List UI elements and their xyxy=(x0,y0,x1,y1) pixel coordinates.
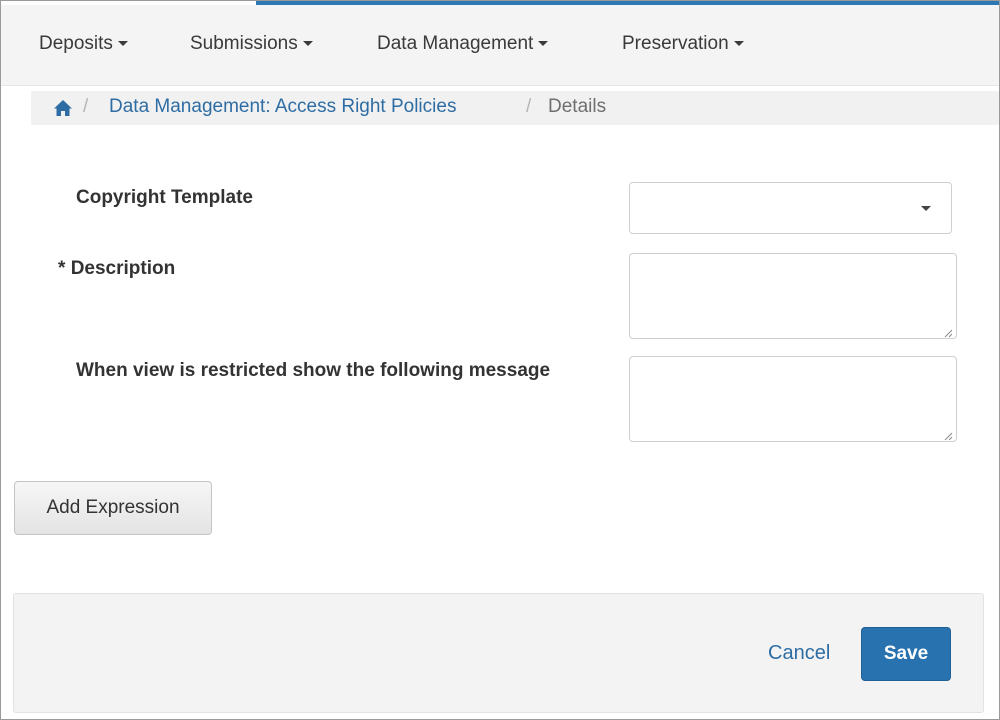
nav-preservation-label: Preservation xyxy=(622,33,729,54)
restricted-message-label: When view is restricted show the followi… xyxy=(76,360,551,381)
breadcrumb-separator: / xyxy=(526,96,532,117)
breadcrumb-current: Details xyxy=(548,96,607,117)
main-navbar: Deposits Submissions Data Management Pre… xyxy=(1,5,999,86)
breadcrumb-parent-link[interactable]: Data Management: Access Right Policies xyxy=(109,96,456,118)
save-button[interactable]: Save xyxy=(861,627,951,681)
chevron-down-icon xyxy=(302,41,313,46)
nav-submissions[interactable]: Submissions xyxy=(190,33,313,55)
page-frame: Deposits Submissions Data Management Pre… xyxy=(0,0,1000,720)
copyright-template-select[interactable] xyxy=(629,182,952,234)
nav-data-management-label: Data Management xyxy=(377,33,534,54)
cancel-button[interactable]: Cancel xyxy=(768,642,830,665)
description-label-text: Description xyxy=(70,258,176,279)
description-label: * Description xyxy=(58,258,175,280)
chevron-down-icon xyxy=(733,41,744,46)
copyright-template-label: Copyright Template xyxy=(76,187,253,208)
nav-submissions-label: Submissions xyxy=(190,33,298,54)
add-expression-button[interactable]: Add Expression xyxy=(14,481,212,535)
required-marker: * xyxy=(58,258,66,279)
nav-deposits-label: Deposits xyxy=(39,33,113,54)
description-field[interactable] xyxy=(629,253,957,339)
restricted-message-field[interactable] xyxy=(629,356,957,442)
breadcrumb-separator: / xyxy=(83,96,89,117)
home-icon[interactable] xyxy=(53,99,73,117)
resize-grip-icon[interactable] xyxy=(943,328,953,338)
chevron-down-icon xyxy=(921,206,931,211)
nav-preservation[interactable]: Preservation xyxy=(622,33,744,55)
resize-grip-icon[interactable] xyxy=(943,431,953,441)
nav-deposits[interactable]: Deposits xyxy=(39,33,128,55)
form-footer: Cancel Save xyxy=(13,593,984,713)
breadcrumb: / Data Management: Access Right Policies… xyxy=(31,91,999,125)
chevron-down-icon xyxy=(538,41,549,46)
chevron-down-icon xyxy=(117,41,128,46)
nav-data-management[interactable]: Data Management xyxy=(377,33,549,55)
